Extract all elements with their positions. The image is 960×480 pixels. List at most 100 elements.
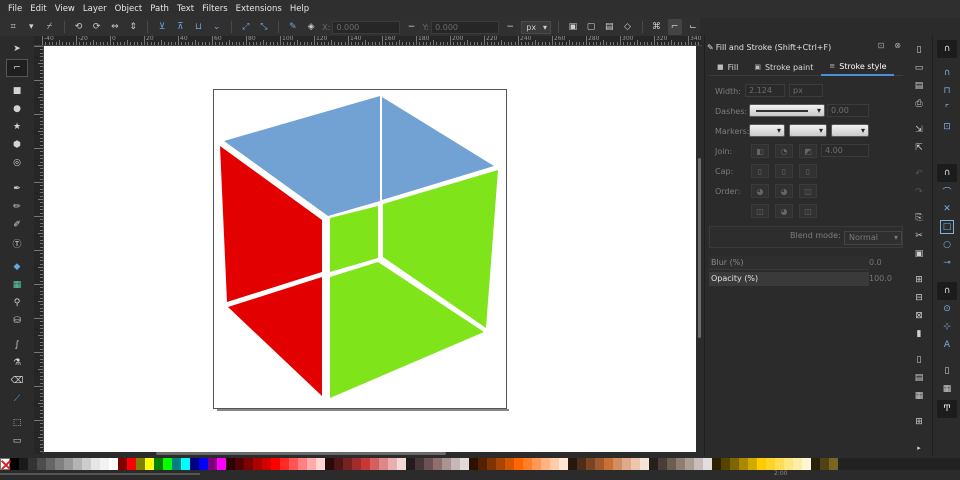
color-swatch[interactable] — [64, 458, 73, 470]
open-icon[interactable]: ▭ — [913, 62, 925, 74]
menu-path[interactable]: Path — [146, 0, 173, 18]
color-swatch[interactable] — [802, 458, 811, 470]
align-top-icon[interactable]: ⊼ — [173, 19, 187, 35]
snap-guide-icon[interactable]: Ͳ — [937, 400, 957, 418]
snap-rotation-center-icon[interactable]: ⊹ — [940, 320, 954, 334]
align-bottom-icon[interactable]: ⊻ — [155, 19, 169, 35]
print-icon[interactable]: ⎙ — [913, 98, 925, 110]
menu-view[interactable]: View — [51, 0, 79, 18]
node-tool-icon[interactable]: ⌐ — [6, 59, 28, 77]
calligraphy-tool-icon[interactable]: ✐ — [9, 218, 25, 232]
color-swatch[interactable] — [766, 458, 775, 470]
color-swatch[interactable] — [820, 458, 829, 470]
vertical-scroll-thumb[interactable] — [698, 158, 701, 338]
color-swatch[interactable] — [28, 458, 37, 470]
connector-tool-icon[interactable]: ⟋ — [9, 392, 25, 406]
snap-midpoint-icon[interactable]: ⊸ — [940, 256, 954, 270]
color-swatch[interactable] — [424, 458, 433, 470]
color-swatch[interactable] — [829, 458, 838, 470]
end-marker-select[interactable] — [831, 124, 869, 137]
order-stroke-fill-icon[interactable]: ◕ — [775, 184, 793, 198]
tab-stroke-paint[interactable]: ▣ Stroke paint — [746, 58, 821, 76]
color-swatch[interactable] — [154, 458, 163, 470]
color-swatch[interactable] — [577, 458, 586, 470]
text-tool-icon[interactable]: Ⓣ — [9, 236, 25, 250]
color-swatch[interactable] — [775, 458, 784, 470]
color-swatch[interactable] — [739, 458, 748, 470]
menu-text[interactable]: Text — [173, 0, 198, 18]
menu-filters[interactable]: Filters — [198, 0, 231, 18]
xml-editor-icon[interactable]: ⊞ — [913, 416, 925, 428]
snap-page-border-icon[interactable]: ▯ — [940, 364, 954, 378]
snap-bbox-corner-icon[interactable]: ⌜ — [940, 102, 954, 116]
color-swatch[interactable] — [10, 458, 19, 470]
color-swatch[interactable] — [406, 458, 415, 470]
blur-value[interactable]: 0.0 — [867, 256, 897, 270]
move-gradient-icon[interactable]: ▤ — [602, 19, 616, 35]
measure-tool-icon[interactable]: ▭ — [9, 434, 25, 448]
pen-icon[interactable]: ✎ — [286, 19, 300, 35]
color-swatch[interactable] — [244, 458, 253, 470]
redo-icon[interactable]: ↷ — [913, 186, 925, 198]
star-tool-icon[interactable]: ★ — [9, 120, 25, 134]
snap-paths-icon[interactable]: ⌒ — [940, 184, 954, 198]
new-document-icon[interactable]: ▯ — [913, 44, 925, 56]
color-swatch[interactable] — [631, 458, 640, 470]
bucket-tool-icon[interactable]: ⛁ — [9, 314, 25, 328]
color-swatch[interactable] — [487, 458, 496, 470]
blend-mode-select[interactable]: Normal — [844, 231, 902, 245]
color-swatch[interactable] — [505, 458, 514, 470]
opacity-slider[interactable]: Opacity (%) — [709, 272, 869, 286]
color-swatch[interactable] — [307, 458, 316, 470]
rotate-cw-icon[interactable]: ⟳ — [90, 19, 104, 35]
color-swatch[interactable] — [586, 458, 595, 470]
scale-stroke-icon[interactable]: ▣ — [566, 19, 580, 35]
paste-icon[interactable]: ▣ — [913, 248, 925, 260]
cap-butt-icon[interactable]: ▯ — [751, 164, 769, 178]
select-all-icon[interactable]: ⌗ — [6, 19, 20, 35]
color-swatch[interactable] — [82, 458, 91, 470]
blur-slider[interactable]: Blur (%) — [709, 256, 869, 270]
color-swatch[interactable] — [343, 458, 352, 470]
color-swatch[interactable] — [793, 458, 802, 470]
color-swatch[interactable] — [298, 458, 307, 470]
color-swatch[interactable] — [271, 458, 280, 470]
flip-v-icon[interactable]: ⇕ — [126, 19, 140, 35]
color-swatch[interactable] — [667, 458, 676, 470]
gradient-tool-icon[interactable]: ◆ — [9, 260, 25, 274]
color-swatch[interactable] — [685, 458, 694, 470]
dropdown-icon[interactable]: ▾ — [24, 19, 38, 35]
width-input[interactable]: 2.124 — [745, 84, 785, 97]
dropper-tool-icon[interactable]: ⚲ — [9, 296, 25, 310]
color-swatch[interactable] — [289, 458, 298, 470]
color-swatch[interactable] — [784, 458, 793, 470]
tab-stroke-style[interactable]: ≡ Stroke style — [821, 58, 895, 76]
unit-select[interactable]: px — [521, 20, 551, 34]
rectangle-tool-icon[interactable]: ■ — [9, 84, 25, 98]
color-swatch[interactable] — [748, 458, 757, 470]
color-swatch[interactable] — [136, 458, 145, 470]
cube-right-face-upper[interactable] — [330, 206, 378, 272]
color-swatch[interactable] — [496, 458, 505, 470]
width-unit-select[interactable]: px — [789, 84, 823, 97]
close-icon[interactable]: ⊗ — [894, 41, 901, 50]
cube-drawing[interactable] — [44, 46, 696, 452]
order-stroke-markers-icon[interactable]: ◫ — [799, 204, 817, 218]
color-swatch[interactable] — [595, 458, 604, 470]
color-swatch[interactable] — [73, 458, 82, 470]
spray-tool-icon[interactable]: ⚗ — [9, 356, 25, 370]
color-swatch[interactable] — [604, 458, 613, 470]
color-swatch[interactable] — [325, 458, 334, 470]
document-properties-icon[interactable]: ▯ — [913, 354, 925, 366]
pencil-tool-icon[interactable]: ✏ — [9, 200, 25, 214]
more-icon[interactable]: ▸ — [913, 442, 925, 454]
start-marker-select[interactable] — [749, 124, 785, 137]
horizontal-scrollbar[interactable] — [44, 452, 696, 456]
menu-extensions[interactable]: Extensions — [232, 0, 286, 18]
color-swatch[interactable] — [730, 458, 739, 470]
undock-icon[interactable]: ⊡ — [878, 41, 885, 50]
snap-bbox-icon[interactable]: ∩ — [940, 66, 954, 80]
color-swatch[interactable] — [433, 458, 442, 470]
canvas[interactable] — [44, 46, 696, 452]
copy-icon[interactable]: ⎘ — [913, 212, 925, 224]
